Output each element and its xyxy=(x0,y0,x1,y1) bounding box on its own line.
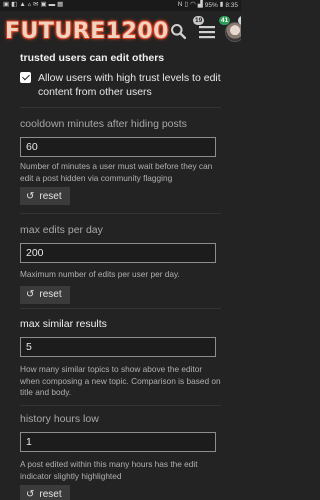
clock: 8:35 xyxy=(225,2,238,9)
status-right: N ▯ ◠ ▟ 95% ▮ 8:35 xyxy=(178,2,238,9)
user-avatar-button[interactable]: 41 1 xyxy=(218,15,241,42)
reset-label: reset xyxy=(39,190,62,202)
notification-icon: ◧ xyxy=(11,1,18,9)
hamburger-menu-button[interactable]: 19 xyxy=(192,15,217,42)
avatar xyxy=(224,21,241,42)
search-icon xyxy=(171,24,187,40)
notification-icon: ▲ xyxy=(19,1,26,9)
history-reset-button[interactable]: ↺ reset xyxy=(20,485,70,500)
setting-description: Number of minutes a user must wait befor… xyxy=(20,161,213,183)
notifications-badge: 41 xyxy=(218,15,231,25)
notification-icon: ▦ xyxy=(57,1,64,9)
divider xyxy=(20,405,221,406)
notification-icon: ▣ xyxy=(3,1,10,9)
header-icons: 19 41 1 xyxy=(169,15,241,42)
hamburger-icon xyxy=(198,25,215,38)
divider xyxy=(20,107,221,108)
setting-title: max similar results xyxy=(20,318,107,330)
setting-description: How many similar topics to show above th… xyxy=(20,364,221,397)
setting-history-hours: history hours low A post edited within t… xyxy=(0,413,241,500)
undo-icon: ↺ xyxy=(26,488,35,500)
trusted-edit-checkbox[interactable] xyxy=(20,72,31,83)
max-edits-input[interactable] xyxy=(20,243,216,263)
wifi-icon: ◠ xyxy=(190,1,196,9)
setting-max-similar: max similar results How many similar top… xyxy=(0,318,241,399)
setting-max-edits: max edits per day Maximum number of edit… xyxy=(0,224,241,304)
battery-icon: ▮ xyxy=(219,1,224,9)
search-button[interactable] xyxy=(169,22,189,42)
status-left-icons: ▣ ◧ ▲ ▵ ✉ ▣ ▬ ▦ xyxy=(3,2,63,9)
cooldown-reset-button[interactable]: ↺ reset xyxy=(20,187,70,205)
reset-label: reset xyxy=(39,289,62,300)
divider xyxy=(20,213,221,214)
divider xyxy=(20,308,221,309)
notification-icon: ▣ xyxy=(40,1,47,9)
vibrate-icon: ▯ xyxy=(184,1,189,9)
app: ▣ ◧ ▲ ▵ ✉ ▣ ▬ ▦ N ▯ ◠ ▟ 95% ▮ 8:35 FUTUR… xyxy=(0,0,241,500)
setting-title: history hours low xyxy=(20,413,99,425)
status-bar: ▣ ◧ ▲ ▵ ✉ ▣ ▬ ▦ N ▯ ◠ ▟ 95% ▮ 8:35 xyxy=(0,0,241,11)
setting-title: max edits per day xyxy=(20,224,103,236)
setting-description: Maximum number of edits per user per day… xyxy=(20,269,180,279)
setting-title: trusted users can edit others xyxy=(20,52,165,64)
signal-icon: ▟ xyxy=(197,1,203,9)
menu-count-badge: 19 xyxy=(192,15,205,25)
max-edits-reset-button[interactable]: ↺ reset xyxy=(20,285,70,304)
site-header: FUTURE1200 19 41 1 xyxy=(0,11,241,52)
checkbox-row[interactable]: Allow users with high trust levels to ed… xyxy=(20,71,221,99)
undo-icon: ↺ xyxy=(26,289,35,300)
notification-icon: ▬ xyxy=(48,1,56,9)
undo-icon: ↺ xyxy=(26,190,35,202)
setting-description: A post edited within this many hours has… xyxy=(20,459,198,481)
battery-percent: 95% xyxy=(204,2,218,9)
notification-icon: ✉ xyxy=(33,1,39,9)
cooldown-minutes-input[interactable] xyxy=(20,137,216,157)
site-logo[interactable]: FUTURE1200 xyxy=(5,19,169,44)
max-similar-input[interactable] xyxy=(20,337,216,357)
messages-badge: 1 xyxy=(237,15,241,25)
notification-icon: ▵ xyxy=(27,1,32,9)
setting-trusted-users: trusted users can edit others Allow user… xyxy=(0,52,241,99)
checkbox-label[interactable]: Allow users with high trust levels to ed… xyxy=(38,71,221,99)
setting-title: cooldown minutes after hiding posts xyxy=(20,118,187,130)
reset-label: reset xyxy=(39,488,62,500)
history-hours-input[interactable] xyxy=(20,432,216,452)
nfc-icon: N xyxy=(177,1,183,9)
setting-cooldown: cooldown minutes after hiding posts Numb… xyxy=(0,118,241,205)
